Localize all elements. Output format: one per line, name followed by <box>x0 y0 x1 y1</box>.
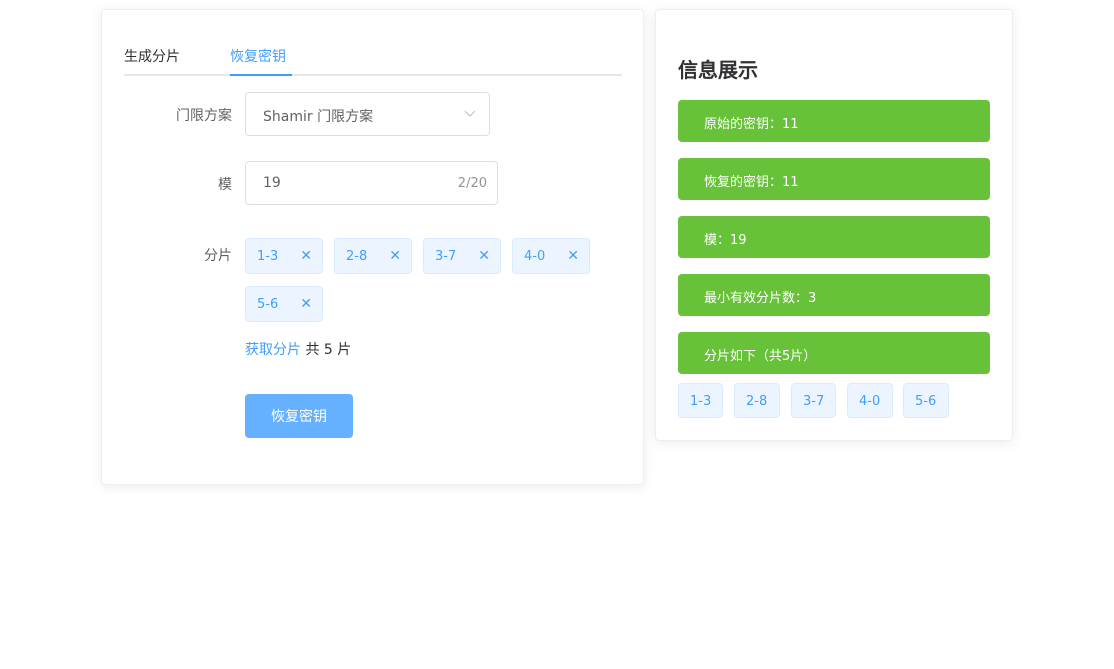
info-share-text: 2-8 <box>746 394 768 409</box>
info-original-key: 原始的密钥：11 <box>678 100 990 142</box>
info-share-text: 3-7 <box>803 394 825 409</box>
active-tab-indicator <box>230 74 292 76</box>
get-shares-line: 获取分片 共 5 片 <box>245 339 351 359</box>
info-recovered-key: 恢复的密钥：11 <box>678 158 990 200</box>
info-share-tag: 4-0 <box>847 383 893 418</box>
shares-label: 分片 <box>204 248 232 264</box>
get-shares-link[interactable]: 获取分片 <box>245 342 301 358</box>
close-icon[interactable]: ✕ <box>478 248 490 264</box>
share-tag-text: 4-0 <box>524 249 546 264</box>
info-share-tag: 3-7 <box>791 383 836 418</box>
info-share-tag: 1-3 <box>678 383 723 418</box>
info-bar-text: 模：19 <box>704 233 747 248</box>
modulus-char-count: 2/20 <box>457 176 487 191</box>
share-tag-text: 3-7 <box>435 249 457 264</box>
info-bar-text: 分片如下（共5片） <box>704 349 817 364</box>
info-share-text: 1-3 <box>690 394 712 409</box>
share-tag: 5-6 ✕ <box>245 286 323 322</box>
chevron-down-icon <box>464 110 476 117</box>
info-share-text: 4-0 <box>859 394 881 409</box>
modulus-input[interactable]: 19 2/20 <box>245 161 498 205</box>
tab-generate-shares[interactable]: 生成分片 <box>124 46 180 66</box>
info-share-text: 5-6 <box>915 394 937 409</box>
share-tag-text: 5-6 <box>257 297 279 312</box>
info-shares-header: 分片如下（共5片） <box>678 332 990 374</box>
share-tag: 3-7 ✕ <box>423 238 501 274</box>
share-total-text: 共 5 片 <box>305 342 352 358</box>
tab-recover-key[interactable]: 恢复密钥 <box>230 46 286 66</box>
close-icon[interactable]: ✕ <box>567 248 579 264</box>
info-card: 信息展示 原始的密钥：11 恢复的密钥：11 模：19 最小有效分片数：3 分片… <box>655 9 1013 441</box>
info-min-shares: 最小有效分片数：3 <box>678 274 990 316</box>
scheme-label: 门限方案 <box>176 108 232 124</box>
share-tag-text: 1-3 <box>257 249 279 264</box>
share-tag: 2-8 ✕ <box>334 238 412 274</box>
modulus-label: 模 <box>218 177 232 193</box>
close-icon[interactable]: ✕ <box>300 296 312 312</box>
recover-key-button[interactable]: 恢复密钥 <box>245 394 353 438</box>
close-icon[interactable]: ✕ <box>300 248 312 264</box>
info-bar-text: 原始的密钥：11 <box>704 117 799 132</box>
close-icon[interactable]: ✕ <box>389 248 401 264</box>
scheme-select[interactable]: Shamir 门限方案 <box>245 92 490 136</box>
scheme-select-value: Shamir 门限方案 <box>263 109 374 125</box>
share-tag: 4-0 ✕ <box>512 238 590 274</box>
modulus-input-value: 19 <box>263 175 281 191</box>
recover-card: 生成分片 恢复密钥 门限方案 Shamir 门限方案 模 19 2/20 分片 … <box>101 9 644 485</box>
tab-bar: 生成分片 恢复密钥 <box>124 36 622 76</box>
info-title: 信息展示 <box>678 58 758 82</box>
info-bar-text: 恢复的密钥：11 <box>704 175 799 190</box>
info-share-tag: 2-8 <box>734 383 780 418</box>
info-bar-text: 最小有效分片数：3 <box>704 291 817 306</box>
share-tag-text: 2-8 <box>346 249 368 264</box>
info-share-tag: 5-6 <box>903 383 949 418</box>
share-tag: 1-3 ✕ <box>245 238 323 274</box>
info-modulus: 模：19 <box>678 216 990 258</box>
